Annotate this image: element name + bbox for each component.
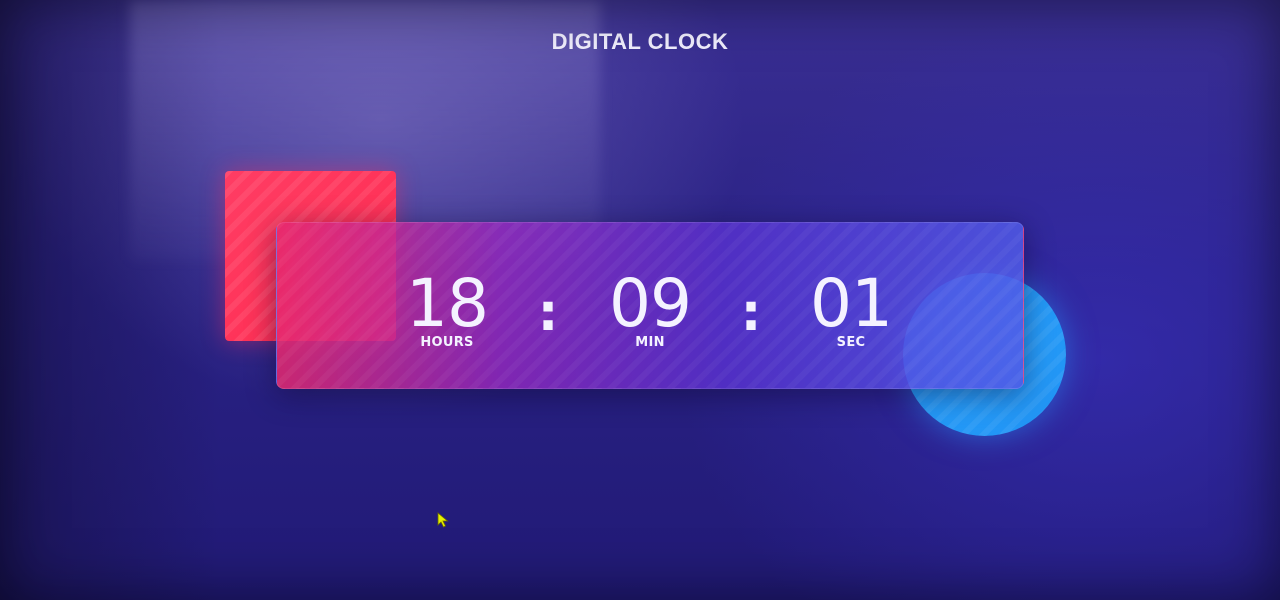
hours-label: HOURS (420, 335, 474, 350)
mouse-pointer-icon (437, 512, 449, 528)
seconds-label: SEC (836, 335, 866, 350)
minutes-value: 09 (609, 265, 692, 342)
seconds-unit: 01 SEC (791, 265, 911, 351)
hours-value: 18 (406, 265, 489, 342)
minutes-label: MIN (635, 335, 665, 350)
separator-hours-min: : (537, 283, 559, 343)
hours-unit: 18 HOURS (387, 265, 507, 351)
minutes-unit: 09 MIN (590, 265, 710, 351)
page-title: DIGITAL CLOCK (551, 28, 729, 54)
seconds-value: 01 (810, 265, 893, 342)
separator-min-sec: : (740, 283, 762, 343)
clock-panel: 18 HOURS : 09 MIN : 01 SEC (276, 222, 1024, 389)
